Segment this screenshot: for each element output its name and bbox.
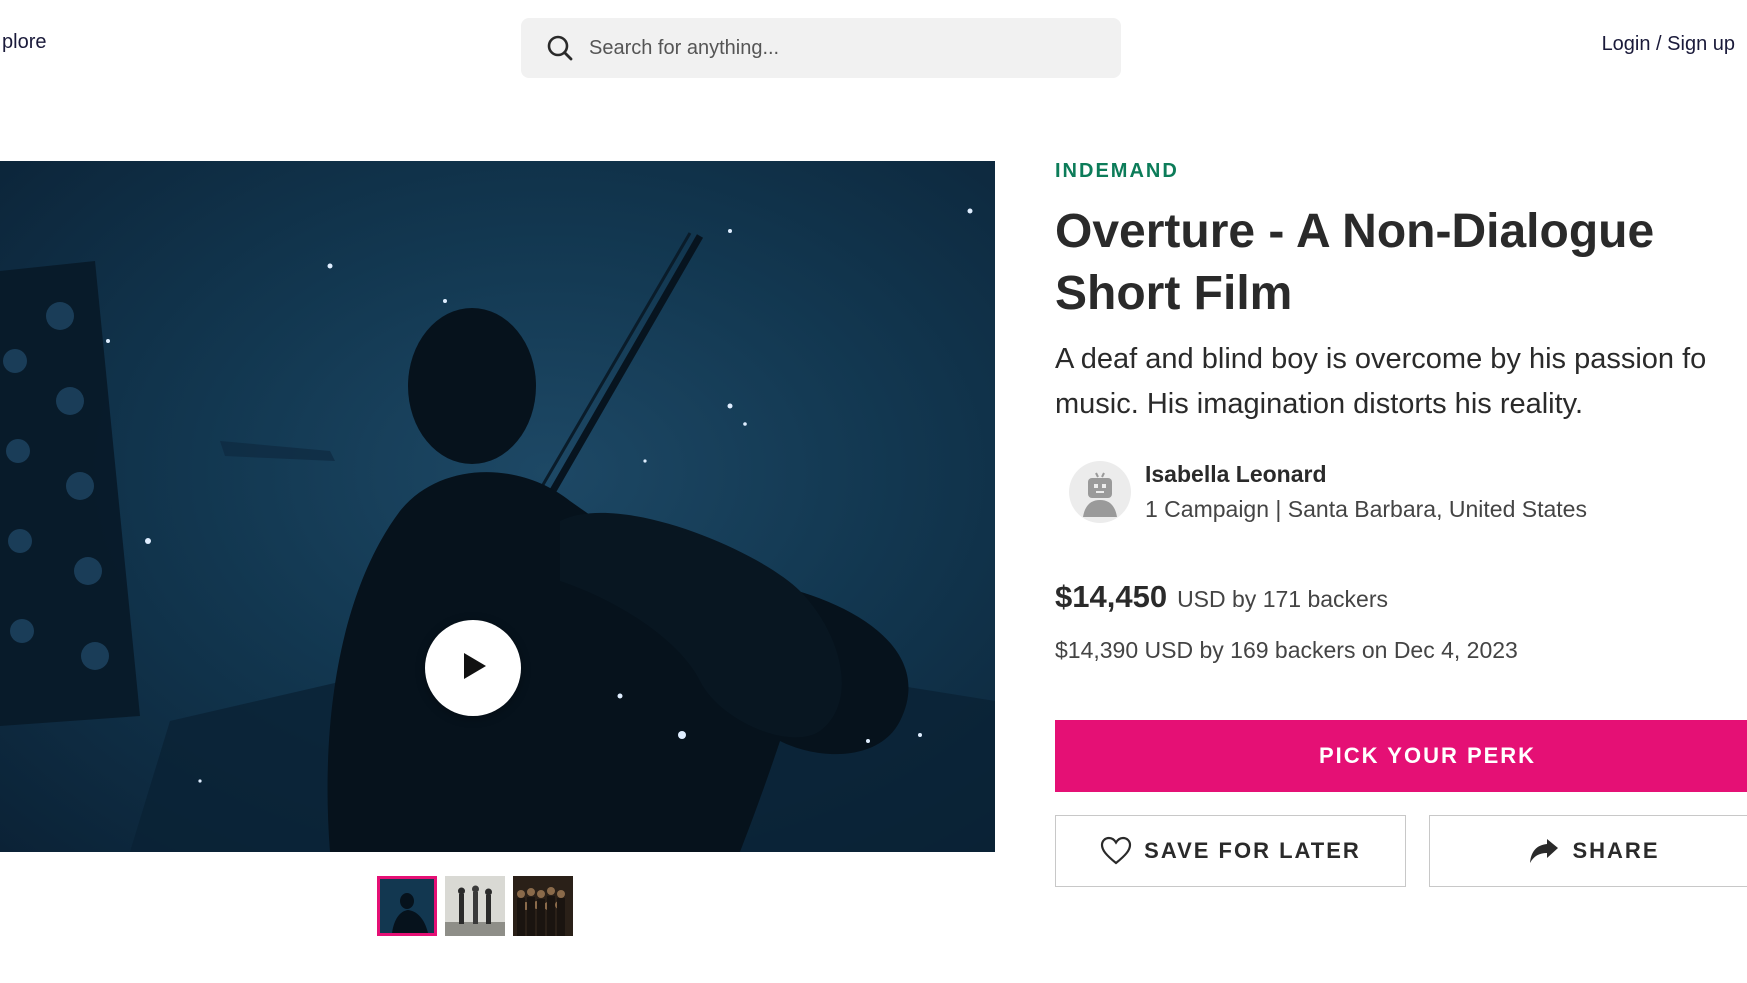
thumbnail-3[interactable] — [513, 876, 573, 936]
search-input[interactable] — [587, 35, 1111, 61]
avatar — [1069, 461, 1131, 523]
save-for-later-label: SAVE FOR LATER — [1144, 838, 1361, 863]
heart-icon — [1100, 836, 1132, 866]
thumbnail-2[interactable] — [445, 876, 505, 936]
thumbnail-1[interactable] — [377, 876, 437, 936]
campaign-category[interactable]: INDEMAND — [1055, 160, 1747, 183]
campaign-video[interactable] — [0, 161, 995, 852]
share-arrow-icon — [1528, 837, 1560, 865]
share-button[interactable]: SHARE — [1429, 815, 1747, 887]
owner-name[interactable]: Isabella Leonard — [1145, 461, 1587, 488]
play-button[interactable] — [425, 620, 521, 716]
tagline-line-1: A deaf and blind boy is overcome by his … — [1055, 343, 1707, 375]
explore-nav-link[interactable]: plore — [2, 31, 46, 54]
play-icon — [456, 649, 490, 688]
owner-meta: 1 Campaign | Santa Barbara, United State… — [1145, 496, 1587, 522]
media-thumbnails — [377, 876, 573, 936]
login-signup-link[interactable]: Login / Sign up — [1602, 33, 1735, 56]
tagline-line-2: music. His imagination distorts his real… — [1055, 388, 1584, 420]
campaign-owner[interactable]: Isabella Leonard 1 Campaign | Santa Barb… — [1055, 461, 1747, 523]
robot-avatar-icon — [1083, 472, 1117, 517]
campaign-info: INDEMAND Overture - A Non-Dialogue Short… — [1055, 160, 1747, 664]
funding-amount: $14,450 — [1055, 579, 1168, 614]
campaign-page: plore Login / Sign up — [0, 0, 1747, 983]
share-label: SHARE — [1572, 838, 1660, 863]
search-bar[interactable] — [521, 18, 1121, 78]
previous-funding: $14,390 USD by 169 backers on Dec 4, 202… — [1055, 637, 1518, 663]
funding-detail: USD by 171 backers — [1177, 586, 1388, 612]
search-icon — [545, 33, 575, 63]
video-frame-image — [0, 208, 995, 852]
pick-your-perk-button[interactable]: PICK YOUR PERK — [1055, 720, 1747, 792]
save-for-later-button[interactable]: SAVE FOR LATER — [1055, 815, 1406, 887]
campaign-tagline: A deaf and blind boy is overcome by his … — [1055, 337, 1747, 427]
funding-summary: $14,450 USD by 171 backers — [1055, 579, 1747, 615]
campaign-title: Overture - A Non-Dialogue Short Film — [1055, 205, 1655, 320]
